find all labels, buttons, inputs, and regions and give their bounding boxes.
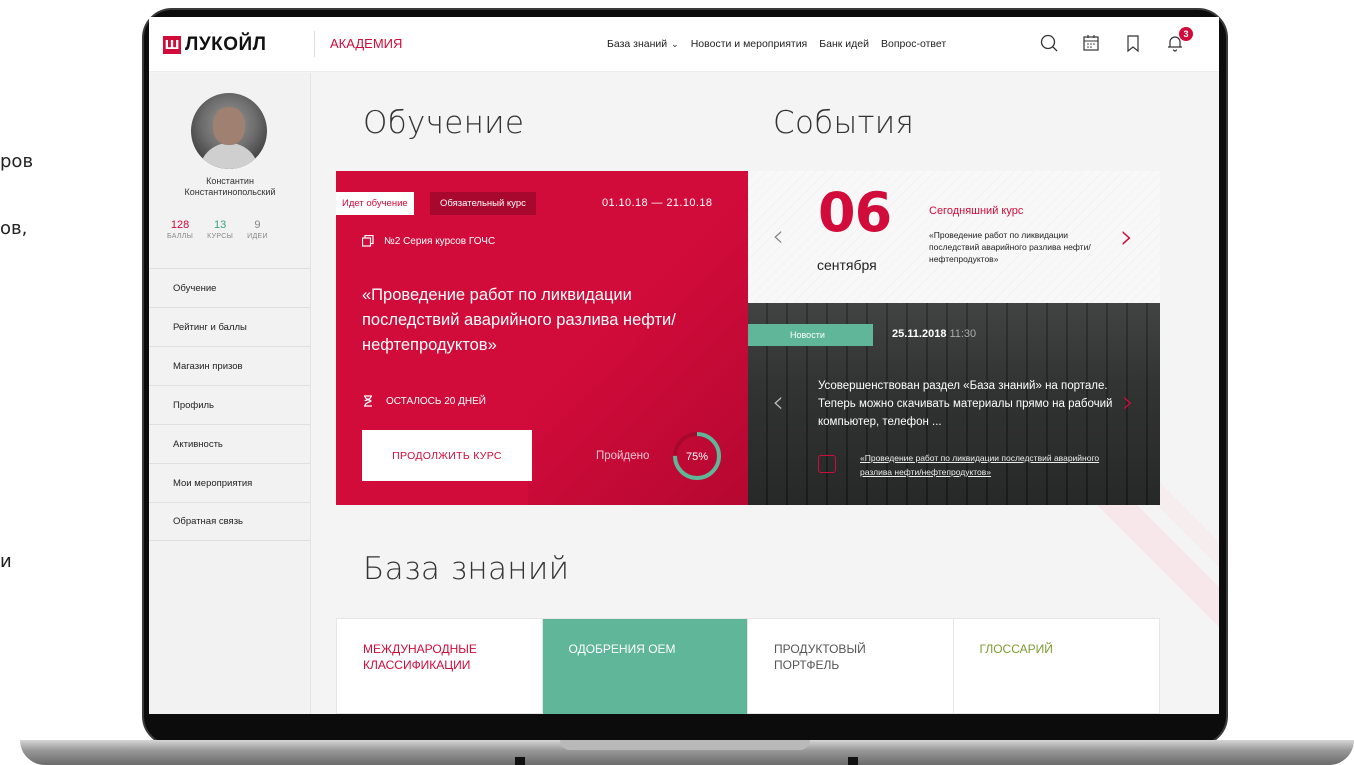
sidebar-item-rating[interactable]: Рейтинг и баллы: [149, 307, 311, 346]
search-icon[interactable]: [1039, 33, 1059, 53]
nav-item-news[interactable]: Новости и мероприятия: [691, 38, 808, 50]
notification-badge: 3: [1179, 27, 1193, 41]
avatar-head: [213, 107, 245, 145]
main-nav: База знаний ⌄ Новости и мероприятия Банк …: [607, 38, 946, 50]
news-card[interactable]: Новости 25.11.2018 11:30 ‹ Усовершенствов…: [748, 303, 1160, 505]
tab-glossary[interactable]: ГЛОССАРИЙ: [954, 619, 1160, 714]
user-first-name: Константин: [206, 176, 254, 186]
news-prev-arrow-icon[interactable]: ‹: [772, 385, 784, 420]
top-navigation: Ш ЛУКОЙЛ АКАДЕМИЯ База знаний ⌄ Новости и…: [149, 17, 1219, 72]
stat-value: 9: [254, 219, 261, 231]
nav-item-knowledge[interactable]: База знаний ⌄: [607, 38, 679, 50]
series-label: №2 Серия курсов ГОЧС: [384, 235, 496, 247]
tab-oem-approvals[interactable]: ОДОБРЕНИЯ OEM: [542, 619, 748, 714]
sidebar: Константин Константинопольский 128 БАЛЛЫ…: [149, 73, 311, 714]
passed-label: Пройдено: [596, 450, 650, 462]
document-icon: [818, 455, 836, 473]
news-link[interactable]: «Проведение работ по ликвидации последст…: [860, 451, 1120, 479]
stat-value: 13: [214, 219, 227, 231]
laptop-notch: [560, 740, 810, 750]
header-icons: 3: [1039, 27, 1193, 53]
sidebar-menu: Обучение Рейтинг и баллы Магазин призов …: [149, 268, 311, 541]
remaining-label: ОСТАЛОСЬ 20 ДНЕЙ: [386, 395, 486, 407]
chevron-down-icon: ⌄: [671, 39, 679, 49]
logo-mark: Ш: [163, 36, 181, 54]
logo-text: ЛУКОЙЛ: [185, 34, 267, 55]
user-last-name: Константинопольский: [184, 187, 276, 197]
news-tag: Новости: [748, 324, 873, 346]
sidebar-item-events[interactable]: Мои мероприятия: [149, 463, 311, 502]
event-month: сентября: [817, 257, 877, 273]
stat-value: 128: [170, 219, 190, 231]
laptop-foot-right: [848, 757, 858, 765]
stat-ideas: 9 ИДЕИ: [247, 219, 268, 240]
progress-ring: 75%: [673, 432, 721, 480]
laptop-screen: Ш ЛУКОЙЛ АКАДЕМИЯ База знаний ⌄ Новости и…: [149, 17, 1219, 714]
lukoil-logo[interactable]: Ш ЛУКОЙЛ: [163, 34, 267, 56]
learning-heading: Обучение: [363, 105, 525, 141]
sidebar-item-activity[interactable]: Активность: [149, 424, 311, 463]
course-series: №2 Серия курсов ГОЧС: [362, 235, 495, 247]
course-card[interactable]: Идет обучение Обязательный курс 01.10.18…: [336, 171, 748, 505]
sidebar-item-profile[interactable]: Профиль: [149, 385, 311, 424]
header-divider: [314, 31, 315, 57]
today-label: Сегодняшний курс: [929, 205, 1024, 217]
user-stats: 128 БАЛЛЫ 13 КУРСЫ 9 ИДЕИ: [167, 219, 268, 240]
bell-icon[interactable]: 3: [1165, 27, 1193, 53]
next-arrow-icon[interactable]: ›: [1120, 217, 1134, 257]
continue-course-button[interactable]: ПРОДОЛЖИТЬ КУРС: [362, 430, 532, 481]
cropped-text-2: ов,: [0, 218, 28, 239]
status-tag: Идет обучение: [336, 192, 414, 215]
calendar-icon[interactable]: [1081, 33, 1101, 53]
avatar-body: [199, 143, 259, 169]
events-panel: ‹ 06 сентября Сегодняшний курс «Проведен…: [748, 171, 1160, 505]
prev-arrow-icon[interactable]: ‹: [772, 219, 784, 254]
stat-label: ИДЕИ: [247, 233, 268, 240]
tab-international-classifications[interactable]: МЕЖДУНАРОДНЫЕ КЛАССИФИКАЦИИ: [337, 619, 543, 714]
sidebar-item-feedback[interactable]: Обратная связь: [149, 502, 311, 541]
news-time: 11:30: [949, 328, 977, 340]
bookmark-icon[interactable]: [1123, 33, 1143, 53]
progress-percent: 75%: [686, 451, 708, 463]
knowledge-tabs: МЕЖДУНАРОДНЫЕ КЛАССИФИКАЦИИ ОДОБРЕНИЯ OE…: [336, 618, 1160, 714]
copy-icon: [362, 235, 374, 247]
nav-item-ideas[interactable]: Банк идей: [819, 38, 869, 50]
news-next-arrow-icon[interactable]: ›: [1122, 385, 1134, 420]
stat-courses: 13 КУРСЫ: [207, 219, 233, 240]
section-link[interactable]: АКАДЕМИЯ: [330, 36, 402, 51]
stat-points: 128 БАЛЛЫ: [167, 219, 193, 240]
course-title[interactable]: «Проведение работ по ликвидации последст…: [362, 283, 722, 358]
tab-product-portfolio[interactable]: ПРОДУКТОВЫЙ ПОРТФЕЛЬ: [748, 619, 954, 714]
cropped-text-1: ров: [0, 151, 34, 172]
nav-item-faq[interactable]: Вопрос-ответ: [881, 38, 946, 50]
event-day: 06: [818, 181, 892, 244]
events-heading: События: [773, 105, 915, 141]
hourglass-icon: [364, 395, 372, 407]
news-date: 25.11.2018: [892, 328, 947, 340]
today-course[interactable]: «Проведение работ по ликвидации последст…: [929, 229, 1119, 265]
stat-label: БАЛЛЫ: [167, 233, 194, 240]
avatar[interactable]: [191, 93, 267, 169]
course-dates: 01.10.18 — 21.10.18: [602, 197, 713, 209]
news-text[interactable]: Усовершенствован раздел «База знаний» на…: [818, 377, 1118, 431]
sidebar-item-learning[interactable]: Обучение: [149, 268, 311, 307]
stat-label: КУРСЫ: [207, 233, 234, 240]
laptop-foot-left: [515, 757, 525, 765]
time-remaining: ОСТАЛОСЬ 20 ДНЕЙ: [362, 395, 486, 407]
sidebar-item-shop[interactable]: Магазин призов: [149, 346, 311, 385]
cropped-text-3: и: [0, 551, 12, 572]
knowledge-heading: База знаний: [363, 551, 570, 587]
nav-label: База знаний: [607, 38, 668, 50]
course-type-tag: Обязательный курс: [430, 192, 536, 215]
news-datetime: 25.11.2018 11:30: [892, 328, 976, 340]
today-course-card[interactable]: ‹ 06 сентября Сегодняшний курс «Проведен…: [748, 171, 1160, 303]
user-name: Константин Константинопольский: [149, 176, 311, 198]
